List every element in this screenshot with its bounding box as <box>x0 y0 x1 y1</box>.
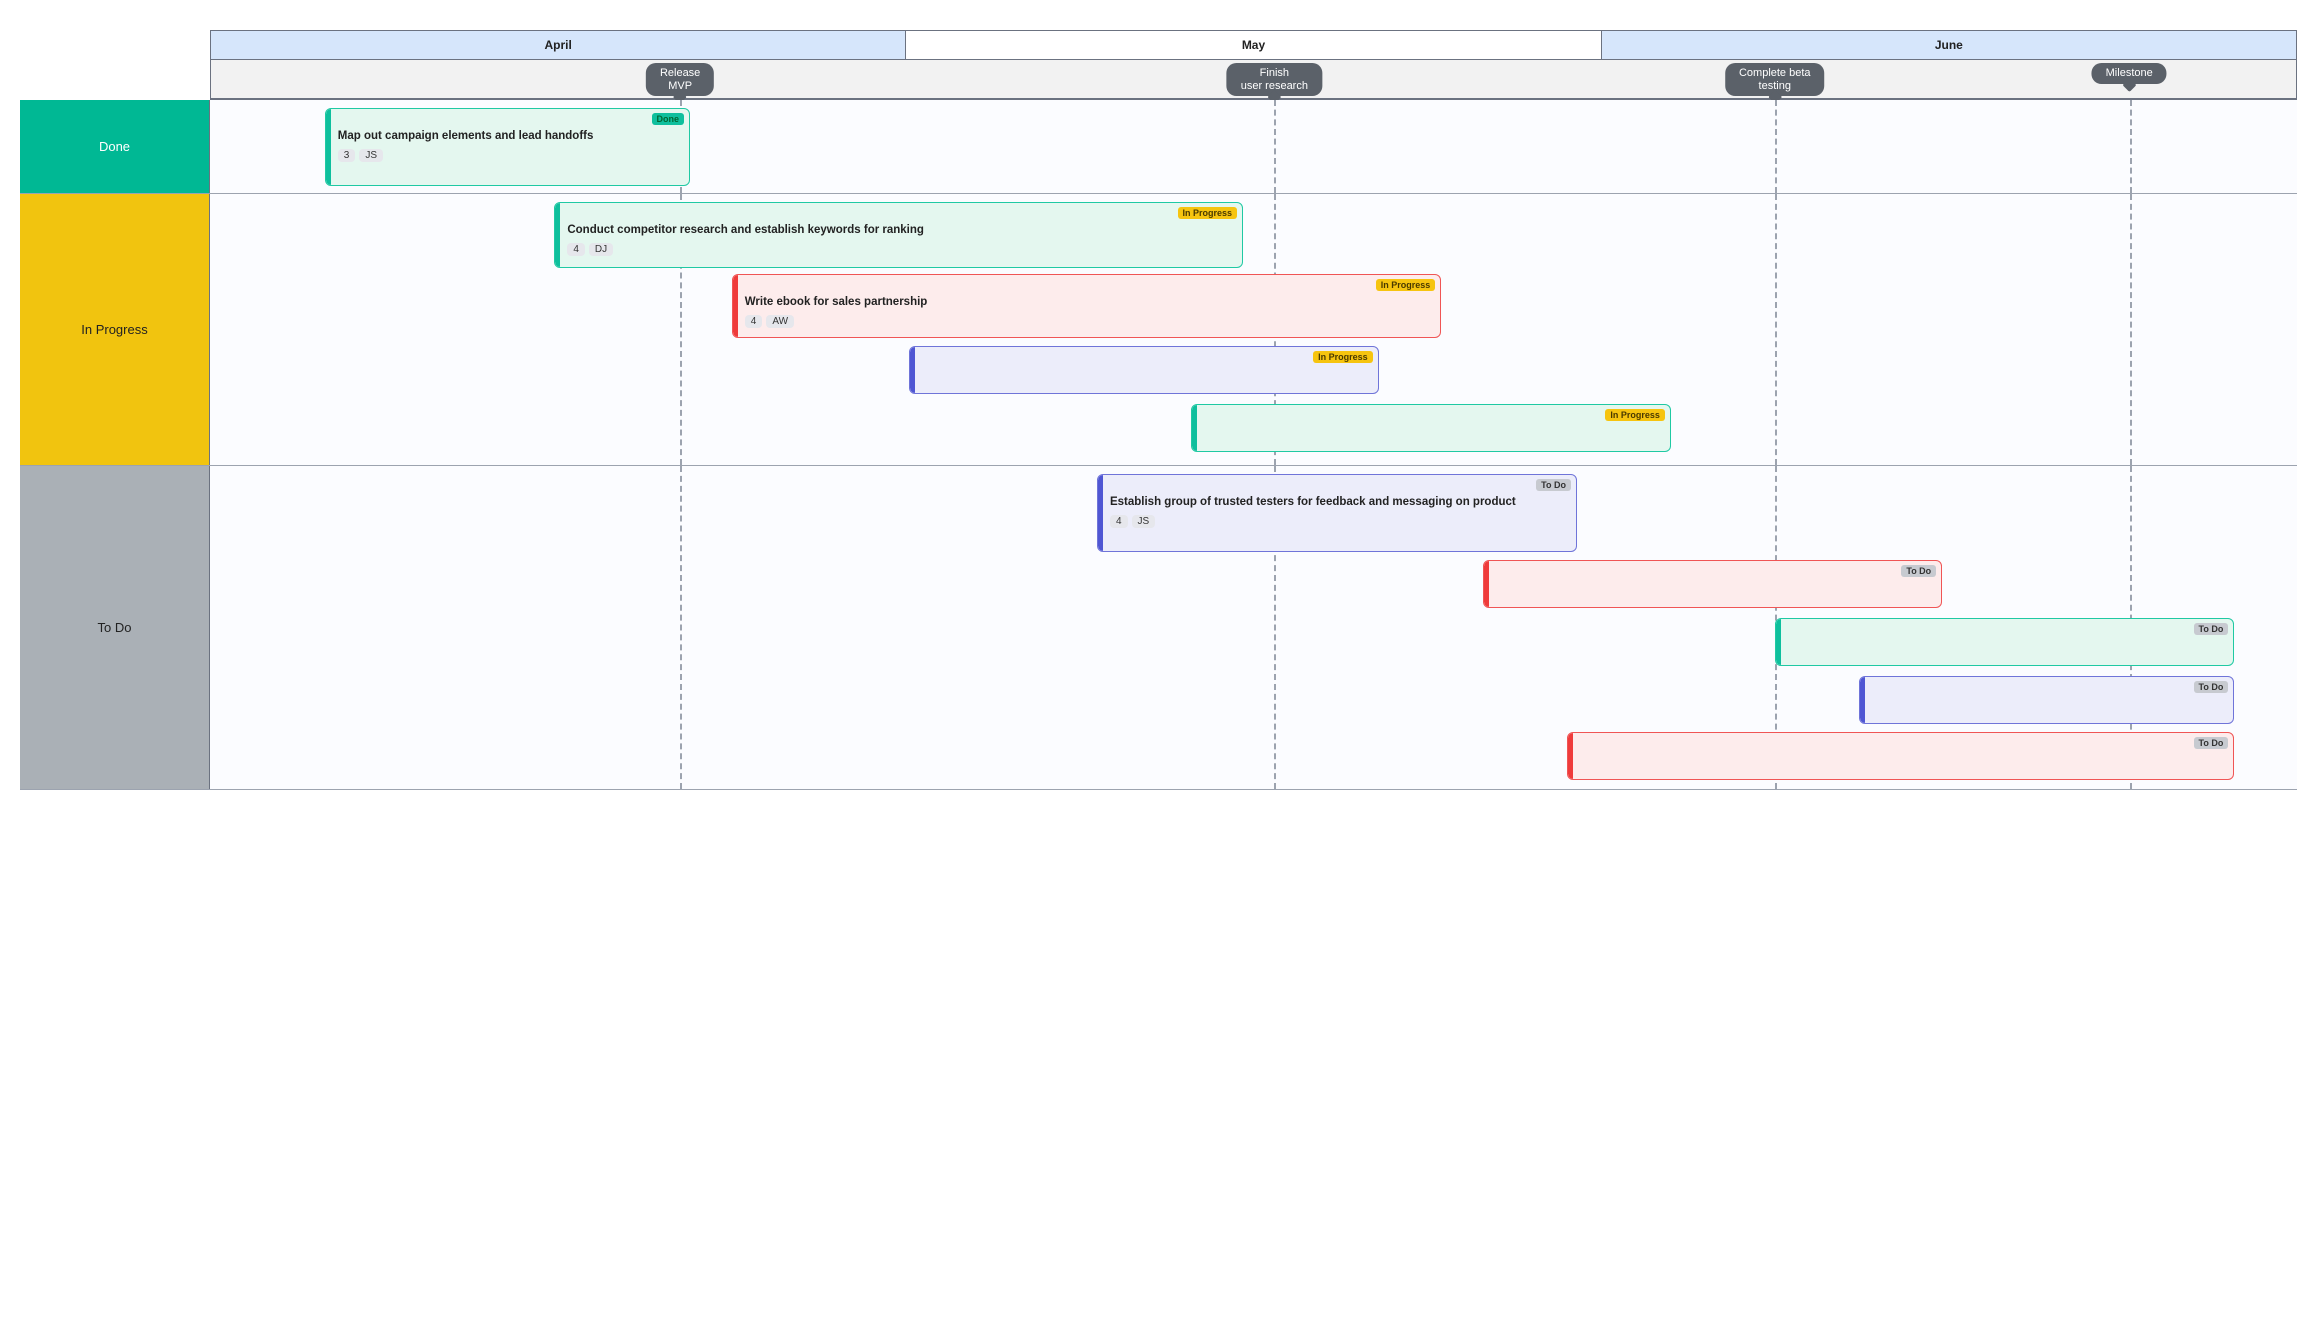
milestone[interactable]: Finishuser research <box>1227 63 1322 96</box>
task-card[interactable]: Done Map out campaign elements and lead h… <box>325 108 690 186</box>
task-title: Map out campaign elements and lead hando… <box>338 129 681 143</box>
task-accent-stripe <box>1098 475 1103 551</box>
status-badge: In Progress <box>1313 351 1373 363</box>
status-badge: To Do <box>1536 479 1571 491</box>
milestone-guideline <box>2130 194 2132 465</box>
task-accent-stripe <box>910 347 915 393</box>
task-assignee-chip: JS <box>359 149 383 162</box>
task-card[interactable]: To Do <box>1859 676 2235 724</box>
task-card[interactable]: In Progress <box>909 346 1379 394</box>
task-accent-stripe <box>555 203 560 267</box>
lane-done: Done Done Map out campaign elements and le… <box>20 100 2297 194</box>
task-meta: 4 DJ <box>567 243 1234 256</box>
task-accent-stripe <box>733 275 738 337</box>
task-count-chip: 3 <box>338 149 356 162</box>
status-badge: In Progress <box>1605 409 1665 421</box>
lane-body: To Do Establish group of trusted testers … <box>210 466 2297 789</box>
milestone-guideline <box>1775 100 1777 193</box>
task-accent-stripe <box>1860 677 1865 723</box>
lane-body: Done Map out campaign elements and lead h… <box>210 100 2297 193</box>
status-badge: In Progress <box>1178 207 1238 219</box>
milestone-guideline <box>1775 194 1777 465</box>
task-meta: 3JS <box>338 149 681 162</box>
task-accent-stripe <box>326 109 331 185</box>
task-meta: 4AW <box>745 315 1433 328</box>
status-badge: To Do <box>2194 681 2229 693</box>
diamond-icon <box>2122 78 2136 92</box>
task-card[interactable]: In Progress <box>1191 404 1671 452</box>
task-card[interactable]: To Do <box>1775 618 2234 666</box>
milestone[interactable]: Milestone <box>2092 63 2167 84</box>
task-accent-stripe <box>1484 561 1489 607</box>
lane-body: In Progress Conduct competitor research a… <box>210 194 2297 465</box>
status-badge: To Do <box>2194 623 2229 635</box>
milestone-guideline <box>2130 100 2132 193</box>
status-badge: Done <box>652 113 685 125</box>
task-accent-stripe <box>1568 733 1573 779</box>
task-card[interactable]: To Do <box>1567 732 2235 780</box>
lane-label: Done <box>20 100 210 193</box>
task-assignee-chip: JS <box>1132 515 1156 528</box>
task-accent-stripe <box>1192 405 1197 451</box>
lane-todo: To Do To Do Establish group of trusted tes… <box>20 466 2297 790</box>
milestone-label: Finish <box>1241 67 1308 80</box>
status-badge: In Progress <box>1376 279 1436 291</box>
task-meta: 4 JS <box>1110 515 1568 528</box>
milestone-label: Complete beta <box>1739 67 1811 80</box>
task-card[interactable]: In Progress Conduct competitor research a… <box>554 202 1243 268</box>
milestone[interactable]: ReleaseMVP <box>646 63 714 96</box>
status-badge: To Do <box>1901 565 1936 577</box>
task-count-chip: 4 <box>1110 515 1128 528</box>
task-assignee-chip: AW <box>766 315 794 328</box>
milestone-guideline <box>680 466 682 789</box>
lane-label: To Do <box>20 466 210 789</box>
month-april: April <box>211 31 906 59</box>
task-title: Conduct competitor research and establis… <box>567 223 1234 237</box>
milestone-row: ReleaseMVP Finishuser research Complete be… <box>210 60 2297 100</box>
milestone-guideline <box>1274 100 1276 193</box>
gantt-chart: April May June ReleaseMVP Finishuser rese… <box>20 30 2297 790</box>
task-card[interactable]: In Progress Write ebook for sales partner… <box>732 274 1442 338</box>
month-may: May <box>906 31 1601 59</box>
task-count-chip: 4 <box>567 243 585 256</box>
task-title: Write ebook for sales partnership <box>745 295 1433 309</box>
task-accent-stripe <box>1776 619 1781 665</box>
task-card[interactable]: To Do <box>1483 560 1942 608</box>
milestone[interactable]: Complete betatesting <box>1725 63 1825 96</box>
lane-label: In Progress <box>20 194 210 465</box>
lane-inprogress: In Progress In Progress Conduct competitor… <box>20 194 2297 466</box>
status-badge: To Do <box>2194 737 2229 749</box>
task-title: Establish group of trusted testers for f… <box>1110 495 1568 509</box>
milestone-label: Release <box>660 67 700 80</box>
swimlanes: Done Done Map out campaign elements and le… <box>20 100 2297 790</box>
task-card[interactable]: To Do Establish group of trusted testers … <box>1097 474 1577 552</box>
task-count-chip: 4 <box>745 315 763 328</box>
month-header: April May June <box>210 30 2297 60</box>
month-june: June <box>1602 31 2296 59</box>
task-assignee-chip: DJ <box>589 243 613 256</box>
